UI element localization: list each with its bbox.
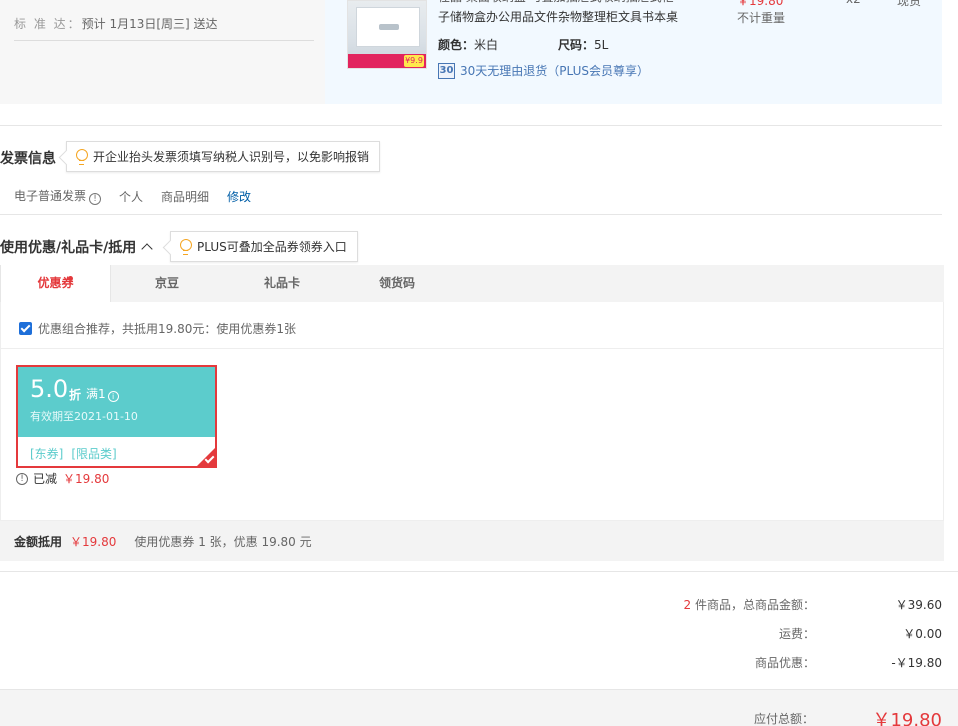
info-icon[interactable]: ! [16, 472, 28, 485]
invoice-content: 商品明细 [161, 189, 210, 204]
summary-amount: ￥19.80 [70, 534, 117, 549]
product-weight: 不计重量 [737, 11, 786, 25]
coupon-condition: 满1 i [86, 385, 119, 402]
product-color: 颜色：米白 [438, 36, 498, 53]
delivery-label: 标 准 达： [14, 17, 82, 31]
size-value: 5L [594, 38, 609, 52]
coupon-expiry: 有效期至2021-01-10 [30, 410, 138, 423]
plus-coupon-tip-text: PLUS可叠加全品券领券入口 [197, 240, 347, 254]
lightbulb-icon [75, 148, 89, 165]
invoice-details: 电子普通发票! 个人 商品明细 修改 [14, 187, 269, 205]
goods-label: 件商品，总商品金额： [694, 597, 815, 612]
recommend-combo[interactable]: 优惠组合推荐，共抵用19.80元：使用优惠券1张 [19, 320, 296, 337]
discount-section-toggle[interactable]: 使用优惠/礼品卡/抵用 [0, 237, 153, 257]
divider [0, 348, 944, 349]
invoice-section-title: 发票信息 [0, 151, 56, 167]
chevron-up-icon [141, 243, 153, 255]
goods-value: ￥39.60 [895, 597, 942, 612]
invoice-tip: 开企业抬头发票须填写纳税人识别号，以免影响报销 [66, 141, 381, 172]
shipping-panel: 标 准 达：预计 1月13日[周三] 送达 [0, 0, 325, 104]
product-discount-label: 商品优惠： [754, 655, 815, 670]
invoice-type-text: 电子普通发票 [14, 189, 87, 203]
goods-label-wrap: 2 件商品，总商品金额： [615, 596, 815, 613]
coupon-card[interactable]: 5.0 折 满1 i 有效期至2021-01-10 [东券] [限品类] [16, 365, 217, 468]
discount-tabs: 优惠券 京豆 礼品卡 领货码 [0, 265, 944, 302]
payable-bar: 应付总额： ￥19.80 [0, 689, 958, 726]
tab-jingdou[interactable]: 京豆 [111, 265, 223, 302]
discount-section-title: 使用优惠/礼品卡/抵用 [0, 240, 137, 256]
coupon-value: 5.0 [30, 375, 69, 403]
product-image[interactable]: ¥9.9 [347, 0, 427, 69]
color-label: 颜色： [438, 38, 475, 52]
product-discount-row: 商品优惠： -￥19.80 [615, 652, 942, 672]
discount-summary: 金额抵用 ￥19.80 使用优惠券 1 张，优惠 19.80 元 [0, 521, 944, 561]
new-dot-badge [68, 276, 73, 281]
used-amount: ￥19.80 [63, 472, 110, 486]
return-policy-text: 30天无理由退货（PLUS会员尊享） [460, 64, 649, 78]
coupon-unit: 折 [69, 388, 82, 402]
product-name-line1: 任品 桌面收纳盒 可叠加抽屉式收纳抽屉式柜 [438, 0, 688, 8]
plus-coupon-tip[interactable]: PLUS可叠加全品券领券入口 [170, 231, 358, 262]
invoice-type: 电子普通发票! [14, 187, 102, 205]
product-price: ￥19.80 [737, 0, 784, 8]
size-label: 尺码： [558, 38, 595, 52]
total-goods-row: 2 件商品，总商品金额： ￥39.60 [615, 594, 942, 614]
tab-coupon[interactable]: 优惠券 [0, 265, 111, 302]
product-discount-value: -￥19.80 [891, 655, 942, 670]
invoice-title-type: 个人 [119, 189, 144, 204]
divider [0, 125, 942, 126]
info-icon[interactable]: ! [89, 193, 102, 205]
invoice-tip-text: 开企业抬头发票须填写纳税人识别号，以免影响报销 [93, 150, 370, 164]
product-image-price: ¥9.9 [404, 55, 424, 67]
shipping-fee-value: ￥0.00 [903, 626, 942, 641]
summary-label: 金额抵用 [14, 534, 63, 549]
goods-count: 2 [683, 597, 692, 612]
coupon-tag-category: [限品类] [71, 447, 117, 461]
product-quantity: x2 [846, 0, 861, 6]
summary-text: 使用优惠券 1 张，优惠 19.80 元 [134, 534, 312, 549]
payable-label: 应付总额： [753, 712, 814, 726]
invoice-edit-link[interactable]: 修改 [227, 188, 251, 205]
coupon-condition-text: 满1 [86, 387, 106, 401]
shipping-fee-label: 运费： [778, 626, 815, 641]
coupon-tags: [东券] [限品类] [30, 445, 125, 462]
product-stock: 现货 [897, 0, 922, 8]
product-name[interactable]: 任品 桌面收纳盒 可叠加抽屉式收纳抽屉式柜 子储物盒办公用品文件杂物整理柜文具书… [438, 0, 688, 26]
product-size: 尺码：5L [558, 36, 608, 53]
divider [0, 571, 958, 572]
product-image-box [356, 7, 420, 47]
info-icon[interactable]: i [107, 391, 119, 402]
divider [0, 214, 942, 215]
coupon-used-info: ! 已减 ￥19.80 [16, 470, 109, 487]
color-value: 米白 [474, 38, 499, 52]
coupon-tag-jd: [东券] [30, 447, 64, 461]
delivery-value: 预计 1月13日[周三] 送达 [81, 17, 218, 31]
tab-redeem-code[interactable]: 领货码 [341, 265, 453, 302]
return-policy[interactable]: 30 30天无理由退货（PLUS会员尊享） [438, 62, 649, 79]
return-30-icon: 30 [438, 62, 455, 79]
delivery-estimate: 标 准 达：预计 1月13日[周三] 送达 [14, 15, 314, 41]
lightbulb-icon [179, 238, 193, 255]
shipping-fee-row: 运费： ￥0.00 [615, 623, 942, 643]
used-label: 已减 [33, 472, 58, 486]
recommend-checkbox[interactable] [19, 322, 32, 335]
product-name-line2: 子储物盒办公用品文件杂物整理柜文具书本桌 [438, 10, 679, 24]
coupon-card-header: 5.0 折 满1 i 有效期至2021-01-10 [18, 367, 215, 437]
recommend-text: 优惠组合推荐，共抵用19.80元：使用优惠券1张 [38, 322, 296, 336]
payable-value: ￥19.80 [872, 710, 942, 726]
tab-gift-card[interactable]: 礼品卡 [226, 265, 338, 302]
